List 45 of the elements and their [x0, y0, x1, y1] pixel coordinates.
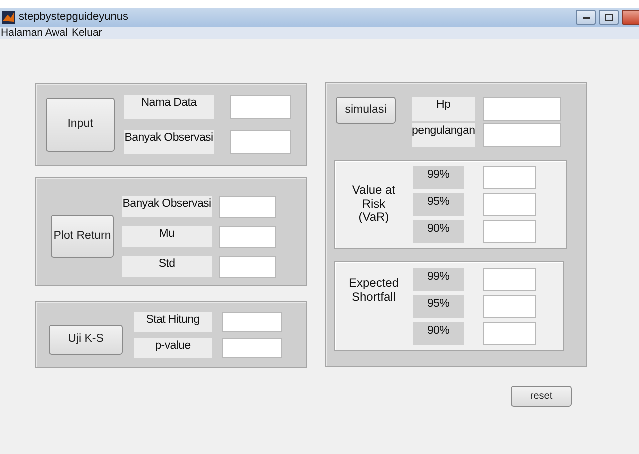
field-label: 90% [413, 322, 464, 344]
maximize-button[interactable] [599, 10, 620, 25]
input-field[interactable] [219, 256, 276, 278]
input-field[interactable] [230, 95, 291, 119]
maximize-icon [605, 14, 614, 21]
input-field[interactable] [483, 193, 536, 216]
input-field[interactable] [483, 294, 536, 318]
field-label: Nama Data [124, 95, 214, 119]
group-title: Expected Shortfall [348, 277, 400, 305]
field-label: Hp [412, 97, 475, 121]
input-field[interactable] [230, 130, 291, 154]
field-label: p-value [134, 338, 212, 358]
group-title: Value at Risk (VaR) [352, 184, 396, 226]
action-button[interactable]: Input [46, 98, 115, 152]
field-label: 95% [413, 294, 464, 318]
minimize-icon [582, 16, 590, 19]
input-field[interactable] [219, 226, 276, 248]
field-label: Std [122, 256, 212, 277]
window-title: stepbystepguideyunus [19, 10, 128, 26]
minimize-button[interactable] [576, 10, 596, 25]
action-button[interactable]: Uji K-S [49, 324, 123, 354]
input-field[interactable] [219, 196, 276, 218]
field-label: 99% [413, 166, 464, 189]
menu-item[interactable]: Halaman Awal [1, 27, 68, 39]
field-label: Banyak Observasi [122, 196, 212, 217]
field-label: Stat Hitung [134, 312, 212, 332]
input-field[interactable] [222, 312, 282, 332]
field-label: Mu [122, 226, 212, 247]
input-field[interactable] [483, 97, 561, 121]
field-label: 99% [413, 268, 464, 290]
field-label: Banyak Observasi [124, 130, 214, 154]
action-button[interactable]: simulasi [336, 97, 396, 124]
field-label: 90% [413, 220, 464, 243]
reset-button[interactable]: reset [511, 386, 572, 407]
input-field[interactable] [483, 166, 536, 189]
input-field[interactable] [483, 123, 561, 147]
input-field[interactable] [483, 220, 536, 243]
field-label: 95% [413, 193, 464, 216]
field-label: pengulangan [412, 123, 475, 147]
input-field[interactable] [222, 338, 282, 358]
menu-item[interactable]: Keluar [72, 27, 102, 39]
input-field[interactable] [483, 268, 536, 290]
input-field[interactable] [483, 322, 536, 344]
app-icon [2, 11, 15, 24]
action-button[interactable]: Plot Return [51, 215, 114, 258]
